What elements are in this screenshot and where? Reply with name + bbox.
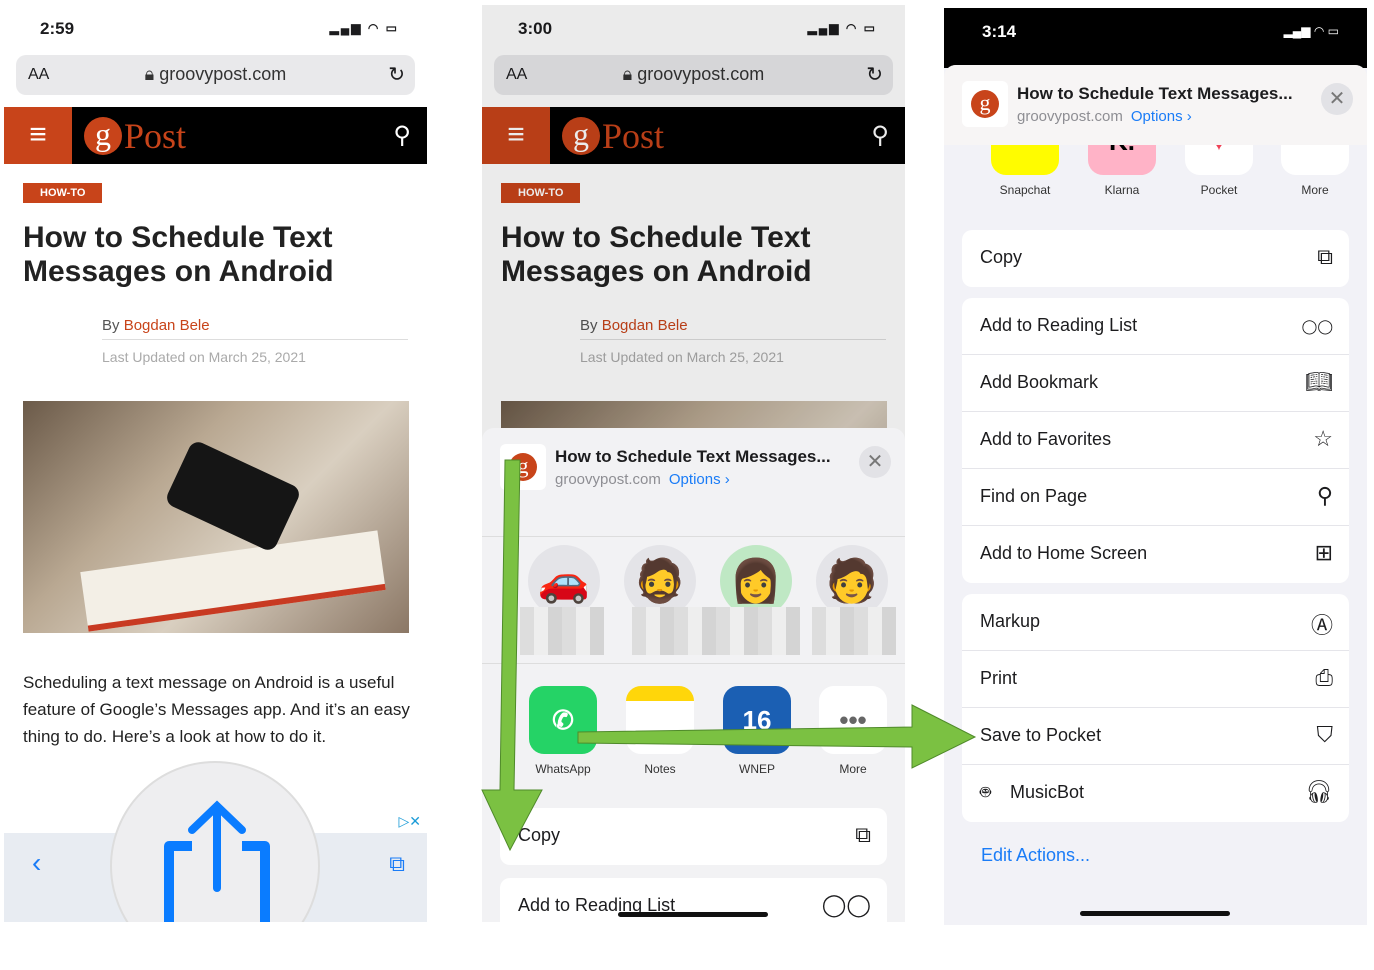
annotation-arrows: [481, 459, 977, 852]
arrow-right: [577, 704, 977, 769]
arrow-down: [481, 459, 543, 852]
